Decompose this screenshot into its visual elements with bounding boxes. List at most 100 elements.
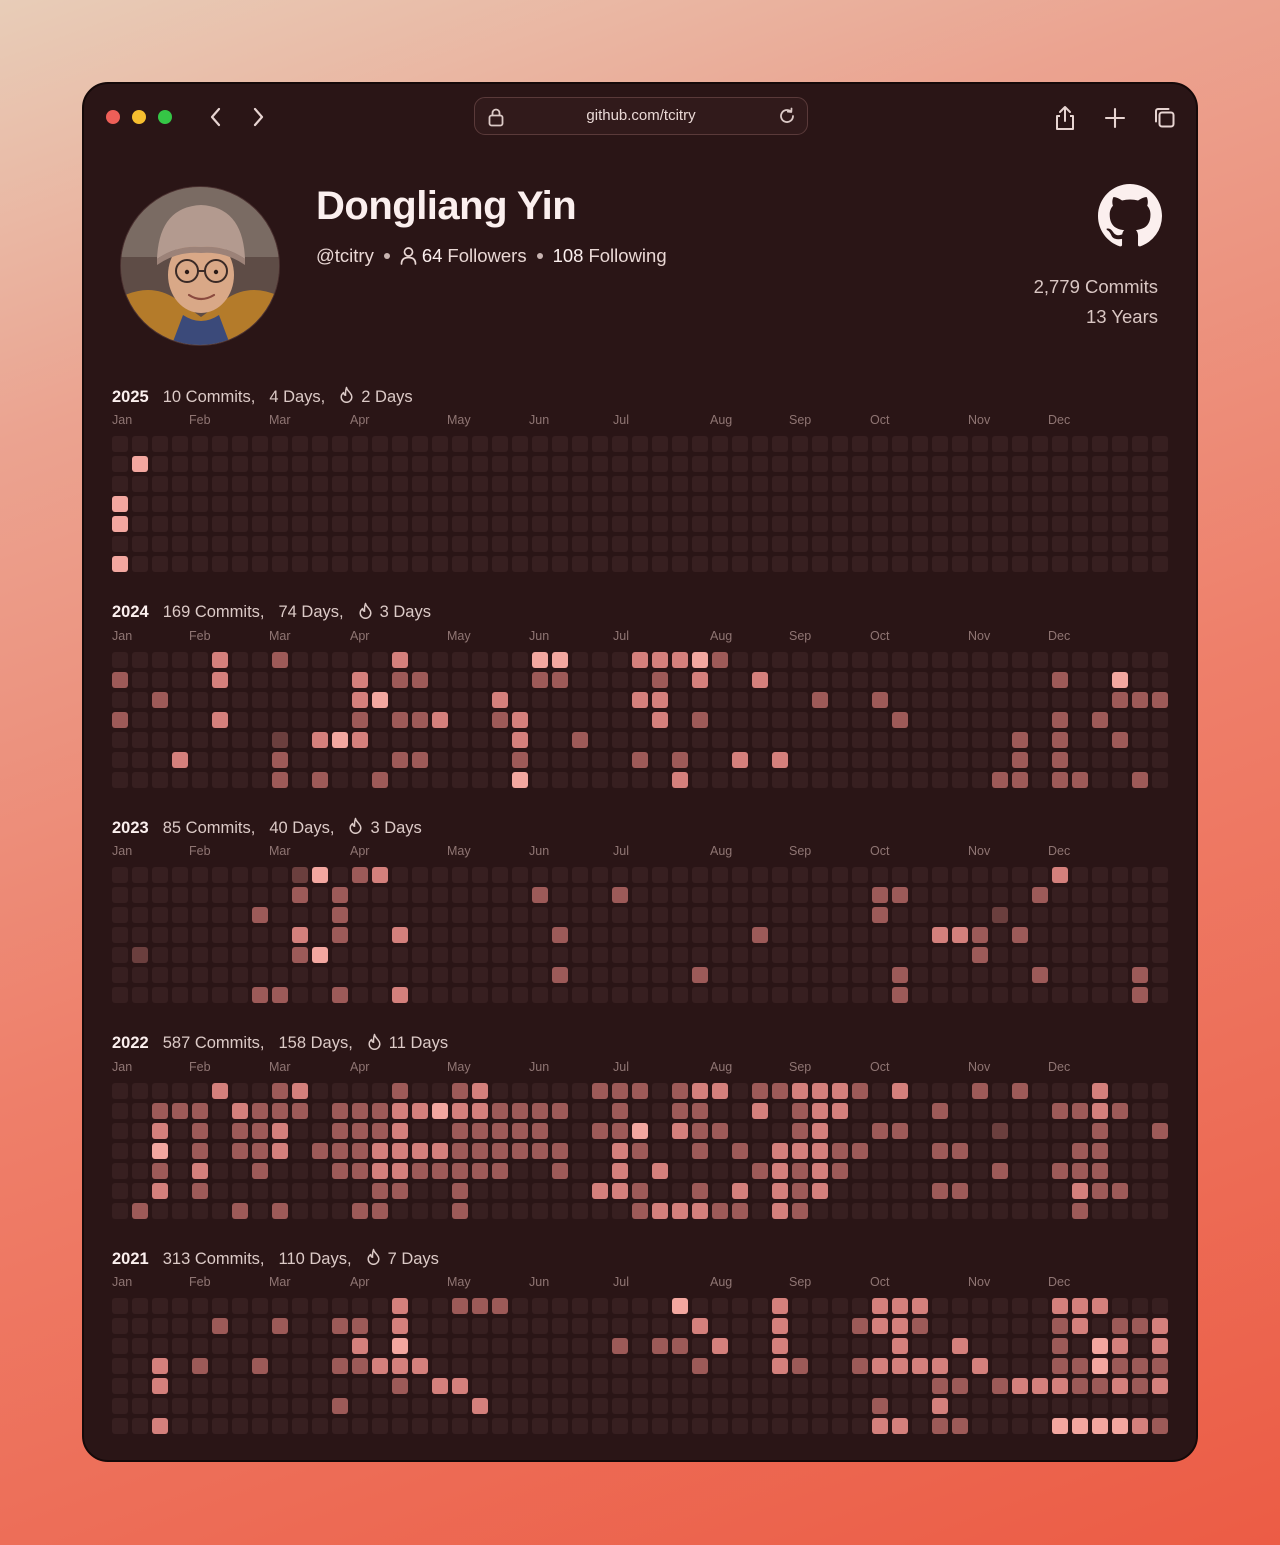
day-cell[interactable] bbox=[692, 1398, 708, 1414]
day-cell[interactable] bbox=[612, 1318, 628, 1334]
day-cell[interactable] bbox=[272, 987, 288, 1003]
day-cell[interactable] bbox=[512, 1182, 528, 1199]
day-cell[interactable] bbox=[952, 691, 968, 708]
day-cell[interactable] bbox=[712, 1338, 728, 1354]
day-cell[interactable] bbox=[572, 1318, 588, 1334]
day-cell[interactable] bbox=[712, 947, 728, 963]
day-cell[interactable] bbox=[332, 1182, 348, 1199]
day-cell[interactable] bbox=[692, 867, 708, 883]
day-cell[interactable] bbox=[892, 1418, 908, 1434]
day-cell[interactable] bbox=[632, 496, 648, 512]
day-cell[interactable] bbox=[392, 927, 408, 943]
day-cell[interactable] bbox=[432, 516, 448, 532]
day-cell[interactable] bbox=[212, 651, 228, 668]
day-cell[interactable] bbox=[1072, 1358, 1088, 1374]
day-cell[interactable] bbox=[172, 691, 188, 708]
day-cell[interactable] bbox=[992, 456, 1008, 472]
day-cell[interactable] bbox=[1072, 1082, 1088, 1099]
day-cell[interactable] bbox=[792, 1298, 808, 1314]
day-cell[interactable] bbox=[452, 671, 468, 688]
day-cell[interactable] bbox=[1012, 751, 1028, 768]
day-cell[interactable] bbox=[332, 1162, 348, 1179]
day-cell[interactable] bbox=[692, 967, 708, 983]
day-cell[interactable] bbox=[492, 456, 508, 472]
day-cell[interactable] bbox=[1012, 1082, 1028, 1099]
day-cell[interactable] bbox=[152, 967, 168, 983]
day-cell[interactable] bbox=[172, 516, 188, 532]
day-cell[interactable] bbox=[432, 771, 448, 788]
day-cell[interactable] bbox=[992, 476, 1008, 492]
day-cell[interactable] bbox=[112, 1398, 128, 1414]
day-cell[interactable] bbox=[972, 771, 988, 788]
day-cell[interactable] bbox=[1032, 1082, 1048, 1099]
day-cell[interactable] bbox=[592, 651, 608, 668]
day-cell[interactable] bbox=[252, 947, 268, 963]
day-cell[interactable] bbox=[612, 691, 628, 708]
day-cell[interactable] bbox=[252, 1162, 268, 1179]
day-cell[interactable] bbox=[912, 987, 928, 1003]
day-cell[interactable] bbox=[532, 1338, 548, 1354]
day-cell[interactable] bbox=[672, 1202, 688, 1219]
day-cell[interactable] bbox=[1072, 967, 1088, 983]
day-cell[interactable] bbox=[792, 476, 808, 492]
day-cell[interactable] bbox=[992, 1338, 1008, 1354]
day-cell[interactable] bbox=[592, 887, 608, 903]
day-cell[interactable] bbox=[812, 1082, 828, 1099]
day-cell[interactable] bbox=[152, 1378, 168, 1394]
day-cell[interactable] bbox=[972, 456, 988, 472]
day-cell[interactable] bbox=[992, 1378, 1008, 1394]
day-cell[interactable] bbox=[932, 927, 948, 943]
day-cell[interactable] bbox=[732, 436, 748, 452]
day-cell[interactable] bbox=[632, 731, 648, 748]
day-cell[interactable] bbox=[832, 671, 848, 688]
day-cell[interactable] bbox=[1012, 771, 1028, 788]
day-cell[interactable] bbox=[952, 867, 968, 883]
day-cell[interactable] bbox=[1112, 496, 1128, 512]
day-cell[interactable] bbox=[212, 967, 228, 983]
day-cell[interactable] bbox=[332, 516, 348, 532]
day-cell[interactable] bbox=[1012, 1378, 1028, 1394]
day-cell[interactable] bbox=[152, 711, 168, 728]
day-cell[interactable] bbox=[792, 536, 808, 552]
day-cell[interactable] bbox=[932, 1338, 948, 1354]
day-cell[interactable] bbox=[272, 1142, 288, 1159]
day-cell[interactable] bbox=[172, 1202, 188, 1219]
day-cell[interactable] bbox=[1132, 731, 1148, 748]
day-cell[interactable] bbox=[572, 651, 588, 668]
day-cell[interactable] bbox=[472, 967, 488, 983]
day-cell[interactable] bbox=[532, 927, 548, 943]
day-cell[interactable] bbox=[552, 887, 568, 903]
day-cell[interactable] bbox=[132, 1298, 148, 1314]
day-cell[interactable] bbox=[592, 516, 608, 532]
day-cell[interactable] bbox=[292, 967, 308, 983]
day-cell[interactable] bbox=[512, 496, 528, 512]
day-cell[interactable] bbox=[392, 1358, 408, 1374]
day-cell[interactable] bbox=[1012, 907, 1028, 923]
day-cell[interactable] bbox=[1072, 1318, 1088, 1334]
day-cell[interactable] bbox=[892, 731, 908, 748]
day-cell[interactable] bbox=[252, 516, 268, 532]
day-cell[interactable] bbox=[732, 771, 748, 788]
day-cell[interactable] bbox=[472, 496, 488, 512]
day-cell[interactable] bbox=[892, 1338, 908, 1354]
day-cell[interactable] bbox=[372, 1142, 388, 1159]
day-cell[interactable] bbox=[252, 691, 268, 708]
day-cell[interactable] bbox=[212, 1102, 228, 1119]
day-cell[interactable] bbox=[432, 1182, 448, 1199]
day-cell[interactable] bbox=[692, 496, 708, 512]
day-cell[interactable] bbox=[432, 536, 448, 552]
day-cell[interactable] bbox=[392, 1182, 408, 1199]
day-cell[interactable] bbox=[492, 1338, 508, 1354]
day-cell[interactable] bbox=[272, 927, 288, 943]
day-cell[interactable] bbox=[772, 456, 788, 472]
day-cell[interactable] bbox=[432, 927, 448, 943]
day-cell[interactable] bbox=[912, 927, 928, 943]
day-cell[interactable] bbox=[452, 1202, 468, 1219]
followers-label[interactable]: Followers bbox=[447, 245, 526, 267]
day-cell[interactable] bbox=[192, 1102, 208, 1119]
day-cell[interactable] bbox=[172, 1102, 188, 1119]
day-cell[interactable] bbox=[192, 651, 208, 668]
day-cell[interactable] bbox=[312, 1102, 328, 1119]
day-cell[interactable] bbox=[912, 476, 928, 492]
day-cell[interactable] bbox=[652, 456, 668, 472]
